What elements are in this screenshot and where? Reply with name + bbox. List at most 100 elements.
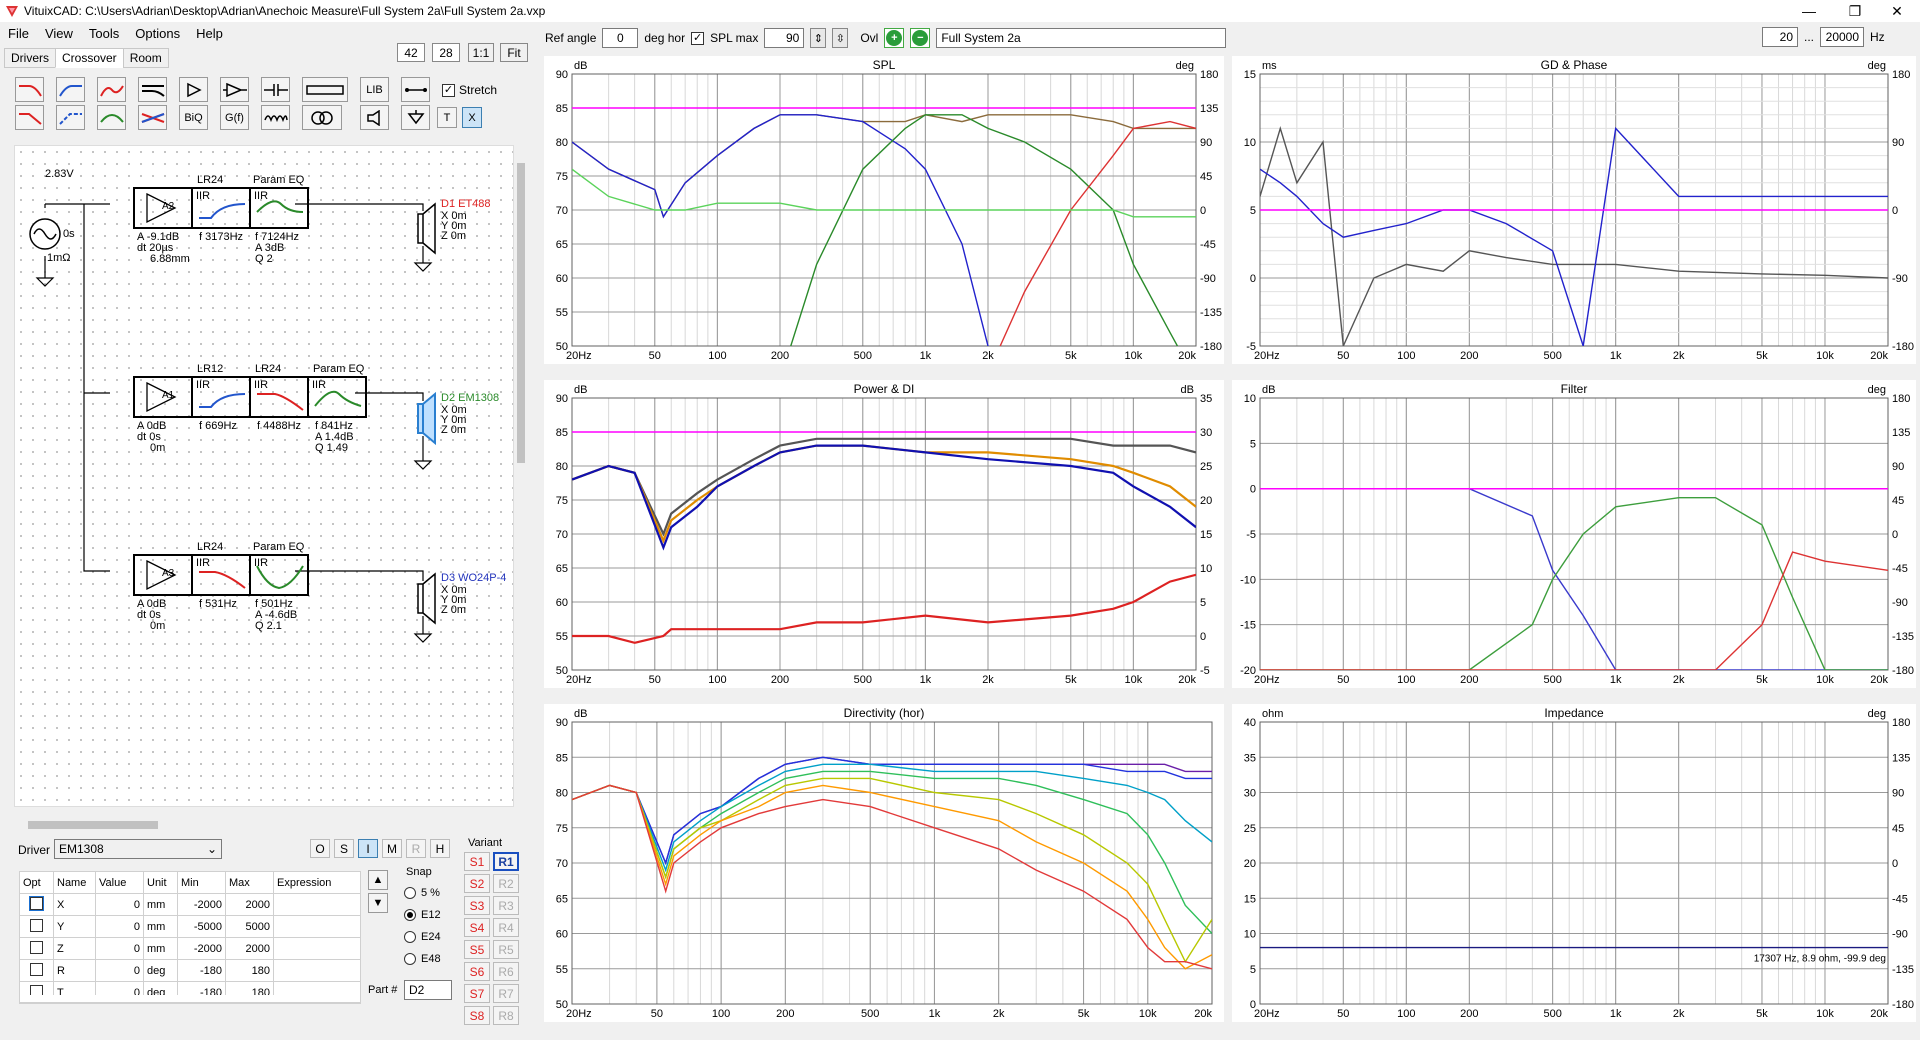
buffer-button[interactable] bbox=[179, 77, 208, 102]
view-o-button[interactable]: O bbox=[310, 839, 330, 858]
highpass2-button[interactable] bbox=[56, 105, 85, 130]
fmin-input[interactable]: 20 bbox=[1762, 27, 1798, 47]
driver-select[interactable]: EM1308 ⌄ bbox=[54, 839, 222, 859]
spl-spin-button[interactable]: ⇕ bbox=[810, 28, 827, 48]
radio-e48[interactable] bbox=[404, 953, 416, 966]
chart-spl[interactable]: SPL dB deg 90 85 80 75 70 65 60 55 50 180 135 90 45 0 -45… bbox=[544, 56, 1224, 364]
opt-checkbox[interactable] bbox=[30, 940, 43, 954]
param-max[interactable]: 5000 bbox=[225, 915, 274, 938]
param-max[interactable]: 2000 bbox=[225, 937, 274, 960]
view-s-button[interactable]: S bbox=[334, 839, 354, 858]
schematic-canvas[interactable]: 2.83V 0s 1mΩ A2 LR24 Param EQ IIR IIR A … bbox=[14, 145, 514, 807]
chart-gd-phase[interactable]: GD & Phase ms deg 15 10 5 0 -5 180 90 0 -90 -180 20Hz… bbox=[1232, 56, 1916, 364]
variant-r7-button[interactable]: R7 bbox=[493, 984, 519, 1003]
opamp-button[interactable] bbox=[220, 77, 249, 102]
table-row[interactable]: Y 0 mm -5000 5000 bbox=[19, 915, 361, 938]
param-value[interactable]: 0 bbox=[95, 937, 144, 960]
allpass-button[interactable] bbox=[138, 105, 167, 130]
highpass-button[interactable] bbox=[56, 77, 85, 102]
move-up-button[interactable]: ▲ bbox=[368, 870, 388, 890]
close-button[interactable]: ✕ bbox=[1874, 0, 1920, 22]
param-value[interactable]: 0 bbox=[95, 893, 144, 916]
spl-max-checkbox[interactable]: ✓ bbox=[691, 31, 705, 45]
snap-e24[interactable]: E24 bbox=[404, 926, 441, 948]
biquad-button[interactable]: BiQ bbox=[179, 105, 208, 130]
part-number-input[interactable]: D2 bbox=[404, 980, 452, 1000]
snap-e12[interactable]: E12 bbox=[404, 904, 441, 926]
ovl-add-button[interactable]: + bbox=[884, 28, 905, 48]
radio-5pct[interactable] bbox=[404, 887, 416, 900]
variant-s8-button[interactable]: S8 bbox=[464, 1006, 490, 1025]
param-min[interactable]: -2000 bbox=[177, 937, 226, 960]
table-row[interactable]: X 0 mm -2000 2000 bbox=[19, 893, 361, 916]
vscroll-thumb[interactable] bbox=[517, 163, 525, 463]
variant-s4-button[interactable]: S4 bbox=[464, 918, 490, 937]
zoom-1to1-button[interactable]: 1:1 bbox=[468, 43, 494, 62]
param-value[interactable]: 0 bbox=[95, 959, 144, 982]
variant-s2-button[interactable]: S2 bbox=[464, 874, 490, 893]
variant-s5-button[interactable]: S5 bbox=[464, 940, 490, 959]
table-row[interactable]: Z 0 mm -2000 2000 bbox=[19, 937, 361, 960]
variant-r3-button[interactable]: R3 bbox=[493, 896, 519, 915]
param-max[interactable]: 2000 bbox=[225, 893, 274, 916]
view-r-button[interactable]: R bbox=[406, 839, 426, 858]
param-expression[interactable] bbox=[273, 959, 361, 982]
lib-button[interactable]: LIB bbox=[360, 77, 389, 102]
param-value[interactable]: 0 bbox=[95, 915, 144, 938]
x-button[interactable]: X bbox=[462, 107, 482, 128]
wire-button[interactable] bbox=[401, 77, 430, 102]
ground-button[interactable] bbox=[401, 105, 430, 130]
variant-r1-button[interactable]: R1 bbox=[493, 852, 519, 871]
variant-r4-button[interactable]: R4 bbox=[493, 918, 519, 937]
param-expression[interactable] bbox=[273, 915, 361, 938]
lowpass2-button[interactable] bbox=[15, 105, 44, 130]
radio-e12[interactable] bbox=[404, 909, 416, 922]
param-min[interactable]: -5000 bbox=[177, 915, 226, 938]
chart-filter[interactable]: Filter dB deg 10 5 0 -5 -10 -15 -20 180 135 90 45 0 -45… bbox=[1232, 380, 1916, 688]
inductor-button[interactable] bbox=[261, 105, 290, 130]
snap-e48[interactable]: E48 bbox=[404, 948, 441, 970]
shelf-button[interactable] bbox=[138, 77, 167, 102]
zoom-fit-button[interactable]: Fit bbox=[500, 43, 528, 62]
opt-checkbox[interactable] bbox=[30, 962, 43, 976]
schematic-vscrollbar[interactable] bbox=[514, 145, 528, 807]
view-m-button[interactable]: M bbox=[382, 839, 402, 858]
chart-impedance[interactable]: Impedance ohm deg 40 35 30 25 20 15 10 5 0 180 135 90 4… bbox=[1232, 704, 1916, 1022]
snap-5pct[interactable]: 5 % bbox=[404, 882, 441, 904]
stretch-toggle[interactable]: ✓ Stretch bbox=[442, 83, 497, 97]
param-min[interactable]: -180 bbox=[177, 959, 226, 982]
spl-fit-button[interactable]: ⇳ bbox=[832, 28, 849, 48]
menu-file[interactable]: File bbox=[0, 26, 37, 41]
menu-options[interactable]: Options bbox=[127, 26, 188, 41]
move-down-button[interactable]: ▼ bbox=[368, 893, 388, 913]
view-i-button[interactable]: I bbox=[358, 839, 378, 858]
variant-r8-button[interactable]: R8 bbox=[493, 1006, 519, 1025]
driver-button[interactable] bbox=[360, 105, 389, 130]
zoom-b[interactable]: 28 bbox=[432, 43, 460, 62]
menu-help[interactable]: Help bbox=[188, 26, 231, 41]
overlay-name-input[interactable]: Full System 2a bbox=[936, 28, 1227, 48]
capacitor-button[interactable] bbox=[261, 77, 290, 102]
chart-directivity[interactable]: Directivity (hor) dB 90 85 80 75 70 65 60 55 50 20H… bbox=[544, 704, 1224, 1022]
spl-max-input[interactable]: 90 bbox=[764, 28, 805, 48]
variant-s6-button[interactable]: S6 bbox=[464, 962, 490, 981]
chart-power-di[interactable]: Power & DI dB dB 90 85 80 75 70 65 60 55 50 35 30 25 20… bbox=[544, 380, 1224, 688]
menu-view[interactable]: View bbox=[37, 26, 81, 41]
tab-room[interactable]: Room bbox=[122, 48, 169, 68]
bandpass-button[interactable] bbox=[97, 77, 126, 102]
variant-s7-button[interactable]: S7 bbox=[464, 984, 490, 1003]
variant-r2-button[interactable]: R2 bbox=[493, 874, 519, 893]
stretch-checkbox[interactable]: ✓ bbox=[442, 83, 455, 97]
schematic-hscrollbar[interactable] bbox=[14, 818, 528, 832]
table-row[interactable]: R 0 deg -180 180 bbox=[19, 959, 361, 982]
variant-r5-button[interactable]: R5 bbox=[493, 940, 519, 959]
opt-checkbox[interactable] bbox=[29, 895, 44, 911]
opt-checkbox[interactable] bbox=[30, 918, 43, 932]
peaking-button[interactable] bbox=[97, 105, 126, 130]
view-h-button[interactable]: H bbox=[430, 839, 450, 858]
variant-r6-button[interactable]: R6 bbox=[493, 962, 519, 981]
transformer-button[interactable] bbox=[302, 105, 342, 130]
lowpass-button[interactable] bbox=[15, 77, 44, 102]
zoom-a[interactable]: 42 bbox=[397, 43, 425, 62]
ovl-remove-button[interactable]: − bbox=[910, 28, 931, 48]
